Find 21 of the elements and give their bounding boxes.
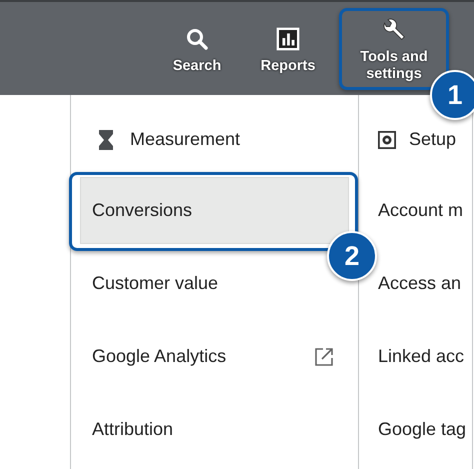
section-title: Setup (409, 129, 456, 150)
menu-item[interactable]: Google Analytics (92, 346, 226, 367)
menu-item[interactable]: Linked acc (378, 346, 464, 367)
wrench-icon (381, 18, 407, 42)
menu-item[interactable]: Access an (378, 273, 462, 294)
menu-item[interactable]: Conversions (81, 178, 348, 243)
section-title: Measurement (130, 129, 240, 150)
menu-item[interactable]: Google tag (378, 419, 466, 440)
step-badge: 1 (430, 70, 474, 120)
nav-button[interactable]: Reports (260, 24, 316, 74)
nav-button[interactable]: Search (172, 24, 222, 74)
hourglass-icon (99, 130, 113, 150)
menu-item[interactable]: Account m (378, 200, 464, 221)
bar-chart-icon (276, 26, 300, 51)
menu-item[interactable]: Attribution (92, 419, 174, 440)
external-link-icon[interactable] (314, 346, 334, 366)
step-badge: 2 (327, 231, 377, 281)
nav-button[interactable]: Tools and settings (359, 15, 429, 83)
search-icon (186, 28, 208, 50)
gear-icon (378, 130, 396, 148)
menu-item[interactable]: Customer value (92, 273, 218, 294)
